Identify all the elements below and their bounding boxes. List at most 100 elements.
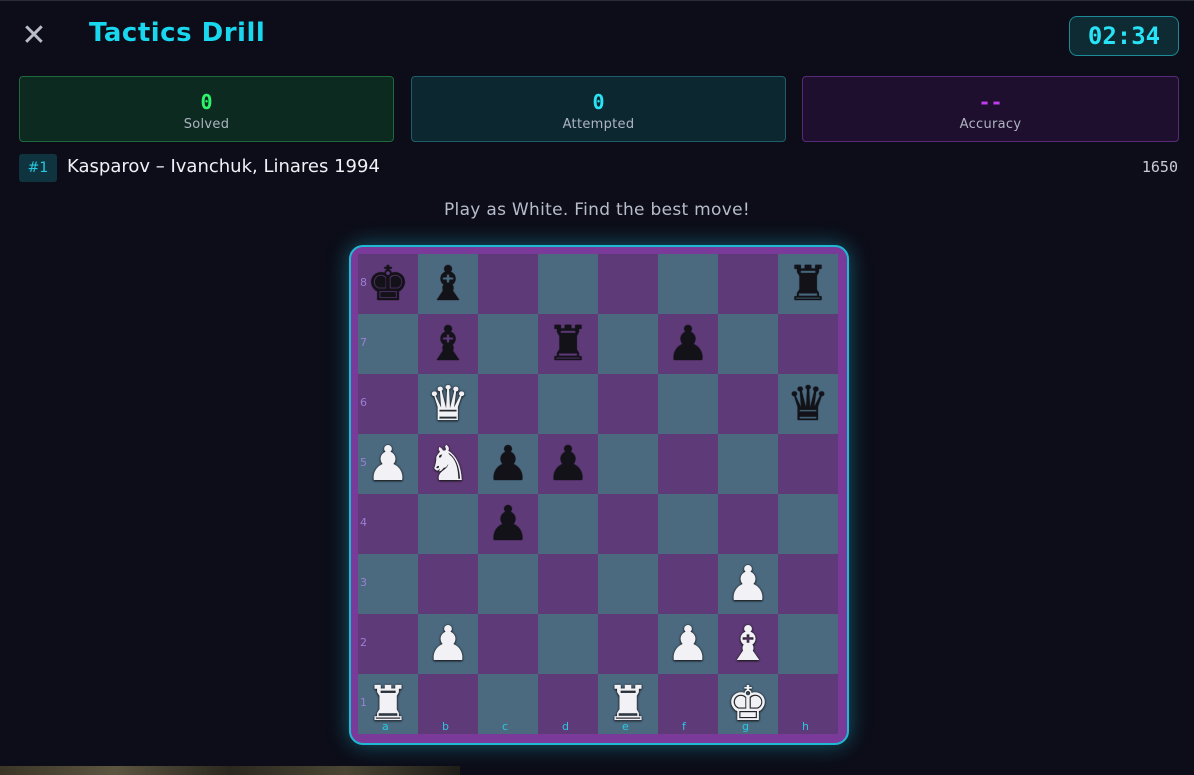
white-pawn-piece[interactable]: ♟	[426, 614, 469, 674]
square-b6[interactable]: ♛	[418, 374, 478, 434]
square-d5[interactable]: ♟	[538, 434, 598, 494]
stat-solved: 0 Solved	[19, 76, 394, 142]
square-b3[interactable]	[418, 554, 478, 614]
square-h1[interactable]: h	[778, 674, 838, 734]
square-a8[interactable]: 8 ♚	[358, 254, 418, 314]
square-a5[interactable]: 5 ♟	[358, 434, 418, 494]
black-rook-piece[interactable]: ♜	[546, 314, 589, 374]
square-c4[interactable]: ♟	[478, 494, 538, 554]
square-g7[interactable]	[718, 314, 778, 374]
close-button[interactable]: ✕	[18, 20, 50, 52]
accuracy-label: Accuracy	[959, 117, 1022, 132]
square-d6[interactable]	[538, 374, 598, 434]
white-pawn-piece[interactable]: ♟	[666, 614, 709, 674]
square-g5[interactable]	[718, 434, 778, 494]
black-bishop-piece[interactable]: ♝	[426, 314, 469, 374]
square-a2[interactable]: 2	[358, 614, 418, 674]
square-f4[interactable]	[658, 494, 718, 554]
square-b4[interactable]	[418, 494, 478, 554]
white-pawn-piece[interactable]: ♟	[726, 554, 769, 614]
stat-attempted: 0 Attempted	[411, 76, 786, 142]
black-pawn-piece[interactable]: ♟	[486, 434, 529, 494]
square-h2[interactable]	[778, 614, 838, 674]
square-f1[interactable]: f	[658, 674, 718, 734]
square-e4[interactable]	[598, 494, 658, 554]
square-d3[interactable]	[538, 554, 598, 614]
rank-label: 5	[360, 456, 367, 469]
black-king-piece[interactable]: ♚	[366, 254, 409, 314]
black-pawn-piece[interactable]: ♟	[546, 434, 589, 494]
square-h4[interactable]	[778, 494, 838, 554]
square-g6[interactable]	[718, 374, 778, 434]
square-b8[interactable]: ♝	[418, 254, 478, 314]
square-f6[interactable]	[658, 374, 718, 434]
square-a3[interactable]: 3	[358, 554, 418, 614]
black-queen-piece[interactable]: ♛	[786, 374, 829, 434]
square-b5[interactable]: ♞	[418, 434, 478, 494]
square-c3[interactable]	[478, 554, 538, 614]
square-h7[interactable]	[778, 314, 838, 374]
square-e3[interactable]	[598, 554, 658, 614]
white-queen-piece[interactable]: ♛	[426, 374, 469, 434]
square-g8[interactable]	[718, 254, 778, 314]
square-c5[interactable]: ♟	[478, 434, 538, 494]
solved-label: Solved	[183, 117, 230, 132]
black-rook-piece[interactable]: ♜	[786, 254, 829, 314]
white-knight-piece[interactable]: ♞	[426, 434, 469, 494]
puzzle-game-title: Kasparov – Ivanchuk, Linares 1994	[67, 156, 380, 177]
square-c2[interactable]	[478, 614, 538, 674]
close-icon: ✕	[21, 18, 47, 53]
square-f8[interactable]	[658, 254, 718, 314]
square-h3[interactable]	[778, 554, 838, 614]
square-a7[interactable]: 7	[358, 314, 418, 374]
square-f7[interactable]: ♟	[658, 314, 718, 374]
square-a4[interactable]: 4	[358, 494, 418, 554]
square-f5[interactable]	[658, 434, 718, 494]
square-b7[interactable]: ♝	[418, 314, 478, 374]
square-e1[interactable]: e ♜	[598, 674, 658, 734]
square-d8[interactable]	[538, 254, 598, 314]
square-c1[interactable]: c	[478, 674, 538, 734]
square-f3[interactable]	[658, 554, 718, 614]
white-pawn-piece[interactable]: ♟	[366, 434, 409, 494]
black-pawn-piece[interactable]: ♟	[666, 314, 709, 374]
square-h5[interactable]	[778, 434, 838, 494]
square-f2[interactable]: ♟	[658, 614, 718, 674]
rank-label: 1	[360, 696, 367, 709]
white-bishop-piece[interactable]: ♝	[726, 614, 769, 674]
attempted-label: Attempted	[562, 117, 635, 132]
square-e5[interactable]	[598, 434, 658, 494]
square-c8[interactable]	[478, 254, 538, 314]
square-a6[interactable]: 6	[358, 374, 418, 434]
chess-board[interactable]: 8 ♚ ♝ ♜ 7 ♝ ♜ ♟ 6 ♛ ♛ 5 ♟ ♞ ♟ ♟ 4 ♟ 3 ♟ 2 ♟ ♟ ♝ 1 a ♜ b c d e ♜ f g ♚ h	[358, 254, 838, 734]
square-e2[interactable]	[598, 614, 658, 674]
black-bishop-piece[interactable]: ♝	[426, 254, 469, 314]
rank-label: 7	[360, 336, 367, 349]
square-h8[interactable]: ♜	[778, 254, 838, 314]
square-b2[interactable]: ♟	[418, 614, 478, 674]
square-e6[interactable]	[598, 374, 658, 434]
square-g4[interactable]	[718, 494, 778, 554]
square-b1[interactable]: b	[418, 674, 478, 734]
square-d7[interactable]: ♜	[538, 314, 598, 374]
square-g2[interactable]: ♝	[718, 614, 778, 674]
square-d4[interactable]	[538, 494, 598, 554]
puzzle-number-badge: #1	[19, 154, 57, 182]
square-g3[interactable]: ♟	[718, 554, 778, 614]
black-pawn-piece[interactable]: ♟	[486, 494, 529, 554]
square-c6[interactable]	[478, 374, 538, 434]
square-d1[interactable]: d	[538, 674, 598, 734]
square-g1[interactable]: g ♚	[718, 674, 778, 734]
puzzle-prompt: Play as White. Find the best move!	[444, 200, 750, 220]
timer: 02:34	[1069, 16, 1179, 56]
square-a1[interactable]: 1 a ♜	[358, 674, 418, 734]
square-e8[interactable]	[598, 254, 658, 314]
square-h6[interactable]: ♛	[778, 374, 838, 434]
stat-accuracy: -- Accuracy	[802, 76, 1179, 142]
square-c7[interactable]	[478, 314, 538, 374]
square-e7[interactable]	[598, 314, 658, 374]
file-label: f	[682, 720, 686, 733]
file-label: d	[562, 720, 569, 733]
square-d2[interactable]	[538, 614, 598, 674]
rank-label: 6	[360, 396, 367, 409]
